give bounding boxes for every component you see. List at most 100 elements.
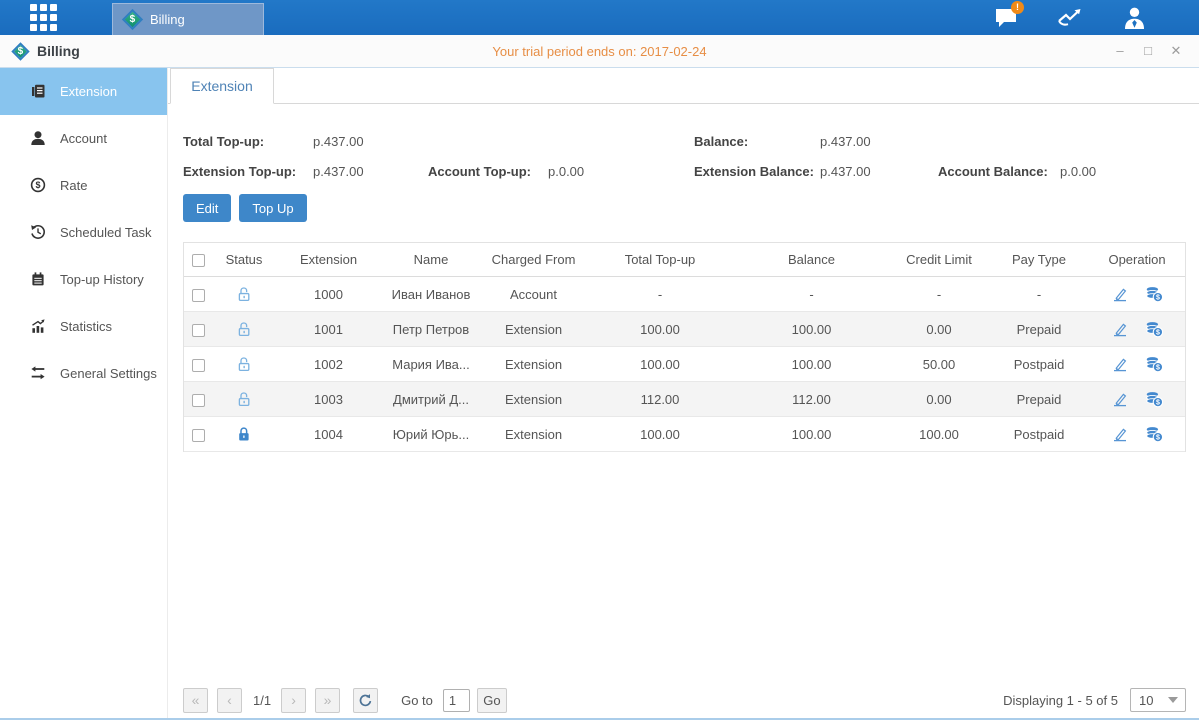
row-checkbox[interactable] <box>192 324 205 337</box>
column-header-balance[interactable]: Balance <box>734 252 889 267</box>
topup-coins-icon[interactable]: $ <box>1145 320 1163 338</box>
cell-charged-from: Extension <box>481 357 586 372</box>
sidebar-item-extension[interactable]: Extension <box>0 68 167 115</box>
svg-text:$: $ <box>1156 400 1160 407</box>
user-icon[interactable] <box>1119 5 1149 31</box>
column-header-operation[interactable]: Operation <box>1089 252 1185 267</box>
sidebar-item-label: Statistics <box>60 319 112 334</box>
prev-page-button[interactable]: ‹ <box>217 688 242 713</box>
row-checkbox[interactable] <box>192 359 205 372</box>
person-icon <box>30 130 48 147</box>
sidebar-item-rate[interactable]: $Rate <box>0 162 167 209</box>
cell-total-topup: 100.00 <box>586 427 734 442</box>
content-area: Total Top-up: p.437.00 Balance: p.437.00… <box>168 104 1199 720</box>
minimize-button[interactable]: – <box>1113 43 1127 59</box>
maximize-button[interactable]: □ <box>1141 43 1155 59</box>
top-navigation-bar: $ Billing ! <box>0 0 1199 35</box>
column-header-status[interactable]: Status <box>212 252 276 267</box>
cell-balance: 100.00 <box>734 427 889 442</box>
first-page-button[interactable]: « <box>183 688 208 713</box>
sidebar-item-label: Rate <box>60 178 87 193</box>
cell-balance: - <box>734 287 889 302</box>
lock-open-icon[interactable] <box>236 321 252 337</box>
svg-text:$: $ <box>1156 330 1160 337</box>
cell-charged-from: Extension <box>481 392 586 407</box>
apps-grid-icon[interactable] <box>30 4 57 31</box>
chart-icon[interactable] <box>1055 5 1085 31</box>
sidebar-menu: ExtensionAccount$RateScheduled TaskTop-u… <box>0 68 168 720</box>
table-row: 1003Дмитрий Д...Extension112.00112.000.0… <box>184 382 1185 417</box>
cell-total-topup: 100.00 <box>586 357 734 372</box>
goto-page-input[interactable] <box>443 689 470 712</box>
row-checkbox[interactable] <box>192 289 205 302</box>
cell-pay-type: Prepaid <box>989 392 1089 407</box>
cell-pay-type: Postpaid <box>989 357 1089 372</box>
message-icon[interactable]: ! <box>991 5 1021 31</box>
sidebar-item-statistics[interactable]: Statistics <box>0 303 167 350</box>
refresh-icon[interactable] <box>353 688 378 713</box>
edit-pencil-icon[interactable] <box>1111 425 1129 443</box>
topup-coins-icon[interactable]: $ <box>1145 285 1163 303</box>
lock-open-icon[interactable] <box>236 286 252 302</box>
edit-pencil-icon[interactable] <box>1111 390 1129 408</box>
extensions-table: StatusExtensionNameCharged FromTotal Top… <box>183 242 1186 452</box>
summary-row-2: Extension Top-up: p.437.00 Account Top-u… <box>183 156 1186 186</box>
column-header-extension[interactable]: Extension <box>276 252 381 267</box>
sidebar-item-general-settings[interactable]: General Settings <box>0 350 167 397</box>
goto-label: Go to <box>401 693 433 708</box>
close-button[interactable]: ✕ <box>1169 43 1183 59</box>
edit-pencil-icon[interactable] <box>1111 320 1129 338</box>
lock-open-icon[interactable] <box>236 356 252 372</box>
table-body: 1000Иван ИвановAccount----$1001Петр Петр… <box>184 277 1185 452</box>
tab-extension[interactable]: Extension <box>170 68 274 104</box>
sidebar-item-label: General Settings <box>60 366 157 381</box>
sidebar-item-scheduled-task[interactable]: Scheduled Task <box>0 209 167 256</box>
app-window: $ Billing ! <box>0 0 1199 720</box>
next-page-button[interactable]: › <box>281 688 306 713</box>
column-header-pay_type[interactable]: Pay Type <box>989 252 1089 267</box>
column-header-name[interactable]: Name <box>381 252 481 267</box>
page-size-dropdown[interactable]: 10 <box>1130 688 1186 712</box>
column-header-total_topup[interactable]: Total Top-up <box>586 252 734 267</box>
topup-coins-icon[interactable]: $ <box>1145 390 1163 408</box>
row-checkbox[interactable] <box>192 429 205 442</box>
total-topup-label: Total Top-up: <box>183 134 313 149</box>
edit-button[interactable]: Edit <box>183 194 231 222</box>
edit-pencil-icon[interactable] <box>1111 355 1129 373</box>
topup-coins-icon[interactable]: $ <box>1145 355 1163 373</box>
go-button[interactable]: Go <box>477 688 507 713</box>
edit-pencil-icon[interactable] <box>1111 285 1129 303</box>
billing-diamond-icon: $ <box>11 42 29 60</box>
topup-coins-icon[interactable]: $ <box>1145 425 1163 443</box>
sidebar-item-account[interactable]: Account <box>0 115 167 162</box>
cell-total-topup: - <box>586 287 734 302</box>
cell-total-topup: 112.00 <box>586 392 734 407</box>
sidebar-item-topup-history[interactable]: Top-up History <box>0 256 167 303</box>
last-page-button[interactable]: » <box>315 688 340 713</box>
table-row: 1000Иван ИвановAccount----$ <box>184 277 1185 312</box>
row-checkbox[interactable] <box>192 394 205 407</box>
cell-credit-limit: 100.00 <box>889 427 989 442</box>
cell-credit-limit: - <box>889 287 989 302</box>
cell-credit-limit: 50.00 <box>889 357 989 372</box>
column-header-charged_from[interactable]: Charged From <box>481 252 586 267</box>
total-topup-value: p.437.00 <box>313 134 694 149</box>
cell-pay-type: - <box>989 287 1089 302</box>
app-tab-billing[interactable]: $ Billing <box>112 3 264 35</box>
lock-open-icon[interactable] <box>236 391 252 407</box>
notification-badge: ! <box>1011 1 1024 14</box>
billing-diamond-icon: $ <box>122 9 143 30</box>
page-indicator: 1/1 <box>253 693 271 708</box>
svg-text:$: $ <box>1156 435 1160 442</box>
clock-icon <box>30 224 48 241</box>
notebook-icon <box>30 271 48 288</box>
cell-extension: 1003 <box>276 392 381 407</box>
swap-arrows-icon <box>30 365 48 382</box>
table-header: StatusExtensionNameCharged FromTotal Top… <box>184 243 1185 277</box>
column-header-credit_limit[interactable]: Credit Limit <box>889 252 989 267</box>
select-all-checkbox[interactable] <box>192 254 205 267</box>
cell-total-topup: 100.00 <box>586 322 734 337</box>
growth-chart-icon <box>30 318 48 335</box>
lock-closed-icon[interactable] <box>236 426 252 442</box>
top-up-button[interactable]: Top Up <box>239 194 306 222</box>
